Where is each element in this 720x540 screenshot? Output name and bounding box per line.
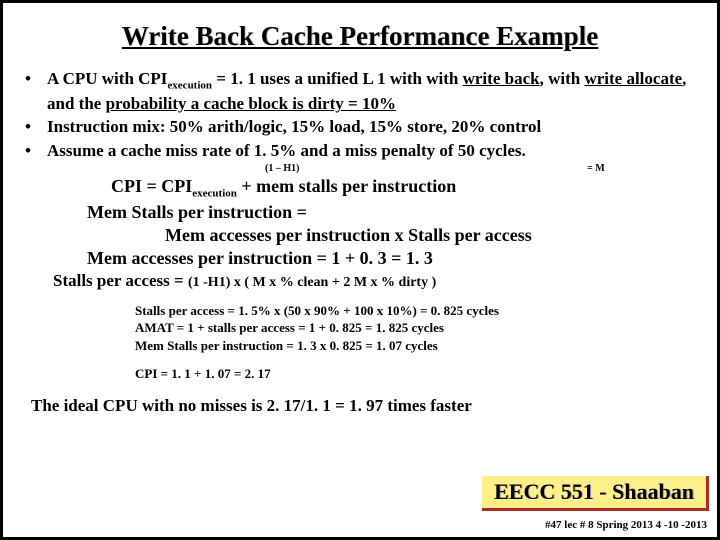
calc-line: Mem Stalls per instruction = 1. 3 x 0. 8…: [135, 337, 695, 355]
calc-line: AMAT = 1 + stalls per access = 1 + 0. 82…: [135, 319, 695, 337]
text: , with: [540, 69, 585, 88]
cpi-calc: CPI = 1. 1 + 1. 07 = 2. 17: [25, 366, 695, 382]
slide-title: Write Back Cache Performance Example: [25, 21, 695, 52]
equation: Stalls per access = (1 -H1) x ( M x % cl…: [25, 270, 695, 292]
underline-text: write allocate: [584, 69, 682, 88]
subscript: execution: [167, 79, 212, 91]
annotation-right: = M: [587, 163, 605, 174]
equation: Mem accesses per instruction x Stalls pe…: [25, 224, 695, 247]
bullet-item: • Instruction mix: 50% arith/logic, 15% …: [25, 116, 695, 137]
calc-line: Stalls per access = 1. 5% x (50 x 90% + …: [135, 302, 695, 320]
slide: Write Back Cache Performance Example • A…: [0, 0, 720, 540]
bullet-item: • Assume a cache miss rate of 1. 5% and …: [25, 140, 695, 161]
annotation-row: (1 – H1) = M: [25, 163, 695, 177]
bullet-list: • A CPU with CPIexecution = 1. 1 uses a …: [25, 68, 695, 161]
footer-note: #47 lec # 8 Spring 2013 4 -10 -2013: [545, 519, 707, 531]
ideal-line: The ideal CPU with no misses is 2. 17/1.…: [25, 396, 695, 416]
annotation-left: (1 – H1): [265, 163, 299, 174]
equations: CPI = CPIexecution + mem stalls per inst…: [25, 175, 695, 292]
bullet-item: • A CPU with CPIexecution = 1. 1 uses a …: [25, 68, 695, 114]
text: A CPU with CPI: [47, 69, 167, 88]
underline-text: probability a cache block is dirty = 10%: [106, 94, 396, 113]
underline-text: write back: [463, 69, 540, 88]
text: = 1. 1 uses a unified L 1 with with: [212, 69, 463, 88]
equation: Mem accesses per instruction = 1 + 0. 3 …: [25, 247, 695, 270]
course-badge: EECC 551 - Shaaban: [482, 476, 709, 511]
equation: Mem Stalls per instruction =: [25, 201, 695, 224]
subscript: execution: [192, 187, 237, 199]
calculation-block: Stalls per access = 1. 5% x (50 x 90% + …: [25, 302, 695, 355]
equation: CPI = CPIexecution + mem stalls per inst…: [25, 175, 695, 201]
